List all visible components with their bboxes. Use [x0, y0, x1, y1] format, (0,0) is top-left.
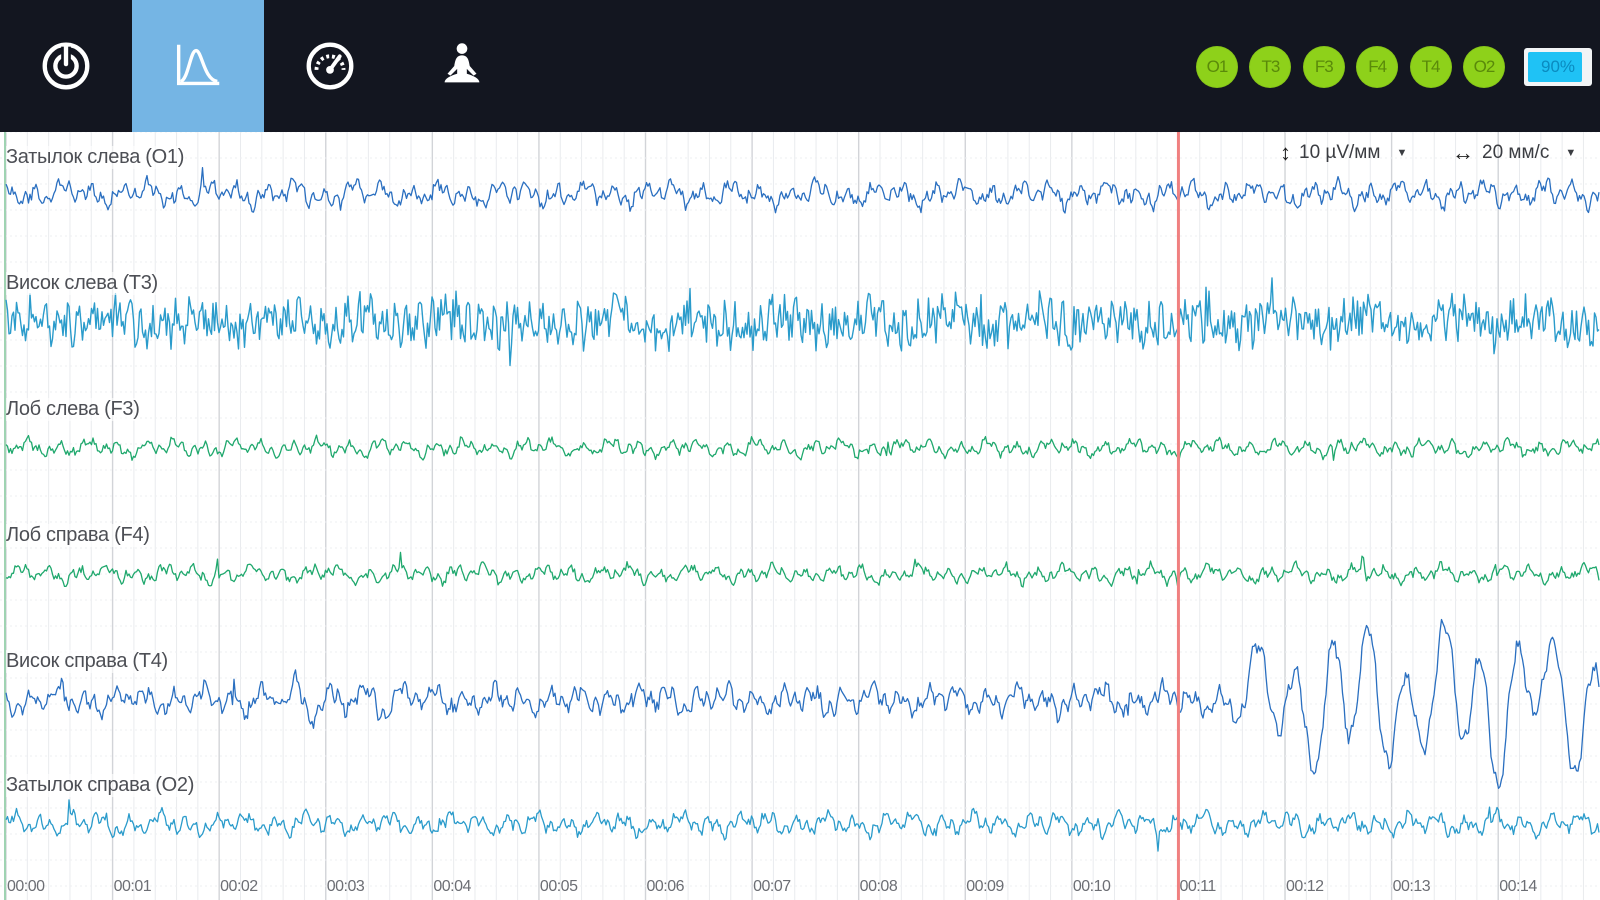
tick-label: 00:12 [1286, 878, 1324, 895]
amplitude-scale-value: 10 µV/мм [1299, 142, 1381, 163]
chevron-down-icon: ▼ [1396, 147, 1408, 159]
tick-label: 00:10 [1072, 878, 1111, 895]
channel-label: Висок слева (T3) [6, 272, 158, 295]
channel-label: Лоб справа (F4) [6, 524, 150, 547]
series-line-1 [5, 277, 1600, 367]
eeg-chart[interactable]: Затылок слева (O1) Висок слева (T3) Лоб сл… [0, 132, 1600, 900]
gauge-icon [306, 42, 354, 90]
speed-scale-select[interactable]: ↔ 20 мм/с ▼ [1452, 140, 1576, 166]
tick-label: 00:02 [220, 878, 258, 895]
tick-label: 00:09 [966, 878, 1004, 895]
tick-label: 00:08 [859, 878, 898, 895]
top-toolbar: O1 T3 F3 F4 T4 O2 90% [0, 0, 1600, 132]
electrode-chip-o2[interactable]: O2 [1463, 46, 1505, 88]
tick-label: 00:13 [1392, 878, 1431, 895]
series-line-3 [5, 551, 1600, 588]
electrode-chip-o1[interactable]: O1 [1196, 46, 1238, 88]
speed-scale-value: 20 мм/с [1482, 142, 1550, 163]
series-line-0 [5, 167, 1600, 214]
electrode-chip-t4[interactable]: T4 [1409, 46, 1452, 88]
grid [0, 132, 1600, 900]
electrode-chip-t3[interactable]: T3 [1249, 46, 1292, 88]
meditation-icon [444, 43, 480, 83]
electrode-chip-f3[interactable]: F3 [1302, 46, 1345, 88]
channel-label: Висок справа (T4) [6, 650, 168, 673]
tab-gauge[interactable] [264, 0, 396, 132]
tick-label: 00:05 [539, 878, 578, 895]
tab-waveform[interactable] [132, 0, 264, 132]
horizontal-arrow-icon: ↔ [1452, 140, 1474, 165]
tick-label: 00:14 [1499, 878, 1537, 895]
waveform-icon [176, 44, 220, 86]
tab-meditation[interactable] [396, 0, 528, 132]
channel-label: Лоб слева (F3) [6, 398, 140, 421]
tick-label: 00:01 [113, 878, 152, 895]
channel-label: Затылок справа (O2) [6, 774, 195, 797]
power-icon [42, 42, 90, 90]
tick-label: 00:11 [1179, 878, 1216, 895]
tick-label: 00:03 [326, 878, 365, 895]
electrode-chip-f4[interactable]: F4 [1356, 46, 1399, 88]
vertical-arrow-icon: ↕ [1280, 140, 1291, 165]
eeg-plot [0, 132, 1600, 900]
tick-label: 00:06 [646, 878, 685, 895]
tick-label: 00:04 [433, 878, 471, 895]
tick-label: 00:07 [753, 878, 791, 895]
channel-label: Затылок слева (O1) [6, 146, 185, 169]
battery-label: 90% [1540, 57, 1576, 76]
tick-label: 00:00 [7, 878, 45, 895]
tab-power[interactable] [0, 0, 132, 132]
series-line-2 [5, 434, 1600, 461]
battery-indicator: 90% [1524, 48, 1592, 86]
amplitude-scale-select[interactable]: ↕ 10 µV/мм ▼ [1280, 140, 1407, 166]
chevron-down-icon: ▼ [1565, 147, 1577, 159]
